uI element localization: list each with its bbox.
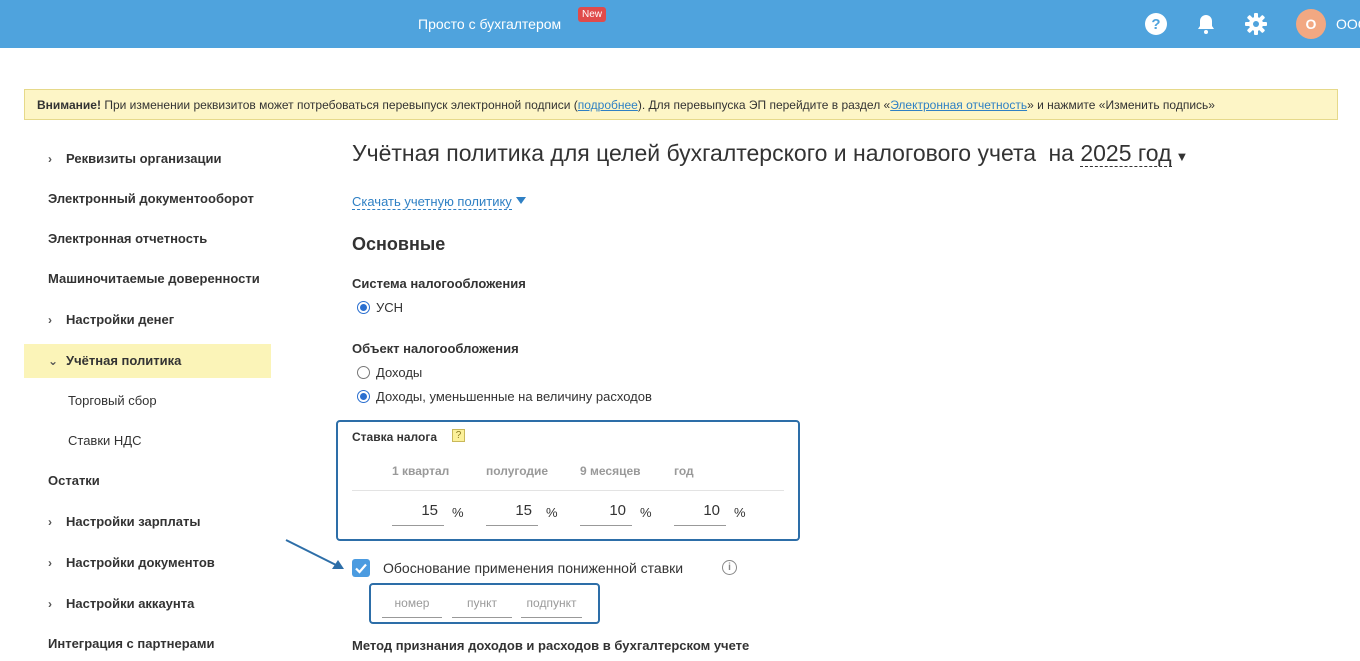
subclause-input[interactable]: подпункт: [521, 590, 582, 618]
page-title: Учётная политика для целей бухгалтерског…: [352, 140, 1188, 167]
chevron-down-icon: ⌄: [48, 354, 59, 368]
sidebar-item-label: Интеграция с партнерами: [48, 636, 215, 651]
sidebar-item-poa[interactable]: Машиночитаемые доверенности: [24, 262, 271, 296]
divider: [352, 490, 784, 491]
e-reporting-link[interactable]: Электронная отчетность: [890, 98, 1027, 112]
percent-unit: %: [734, 505, 746, 520]
sidebar-item-requisites[interactable]: › Реквизиты организации: [24, 142, 271, 176]
org-name[interactable]: ООО: [1336, 16, 1360, 32]
percent-unit: %: [452, 505, 464, 520]
chevron-right-icon: ›: [48, 556, 52, 570]
sidebar-item-accounting-policy[interactable]: ⌄ Учётная политика: [24, 344, 271, 378]
caret-down-icon[interactable]: [516, 197, 526, 204]
sidebar-item-documents[interactable]: › Настройки документов: [24, 546, 271, 580]
page-title-text: Учётная политика для целей бухгалтерског…: [352, 140, 1037, 166]
sidebar-item-vat-rates[interactable]: Ставки НДС: [24, 424, 271, 458]
details-link[interactable]: подробнее: [578, 98, 638, 112]
radio-label: Доходы, уменьшенные на величину расходов: [376, 389, 652, 404]
help-icon[interactable]: ?: [1144, 12, 1168, 36]
tax-system-label: Система налогообложения: [352, 276, 526, 291]
download-policy-link[interactable]: Скачать учетную политику: [352, 194, 512, 210]
warning-text-2: ). Для перевыпуска ЭП перейдите в раздел…: [637, 98, 891, 112]
reduced-rate-checkbox[interactable]: [352, 559, 370, 577]
brand-title[interactable]: Просто с бухгалтером: [418, 16, 561, 32]
gear-icon[interactable]: [1244, 12, 1268, 36]
sidebar-item-partners[interactable]: Интеграция с партнерами: [24, 627, 271, 661]
chevron-right-icon: ›: [48, 597, 52, 611]
help-icon[interactable]: ?: [452, 429, 465, 442]
radio-button[interactable]: [357, 390, 370, 403]
bell-icon[interactable]: [1194, 12, 1218, 36]
sidebar-item-label: Реквизиты организации: [66, 151, 222, 166]
rate-input-q1[interactable]: 15: [392, 500, 444, 526]
year-prefix: на: [1048, 140, 1074, 166]
warning-text-3: » и нажмите «Изменить подпись»: [1027, 98, 1215, 112]
sidebar-item-label: Остатки: [48, 473, 100, 488]
warning-bold: Внимание!: [37, 98, 101, 112]
percent-unit: %: [546, 505, 558, 520]
rate-input-year[interactable]: 10: [674, 500, 726, 526]
percent-unit: %: [640, 505, 652, 520]
sidebar-item-balances[interactable]: Остатки: [24, 464, 271, 498]
sidebar-item-label: Настройки аккаунта: [66, 596, 195, 611]
tax-rate-label: Ставка налога: [352, 430, 437, 444]
reduced-rate-label[interactable]: Обоснование применения пониженной ставки: [383, 560, 683, 576]
sidebar-item-trade-fee[interactable]: Торговый сбор: [24, 384, 271, 418]
section-title: Основные: [352, 234, 446, 254]
radio-label: УСН: [376, 300, 404, 315]
sidebar-item-label: Настройки денег: [66, 312, 175, 327]
sidebar-item-salary[interactable]: › Настройки зарплаты: [24, 505, 271, 539]
chevron-right-icon: ›: [48, 313, 52, 327]
chevron-right-icon: ›: [48, 515, 52, 529]
sidebar-item-label: Машиночитаемые доверенности: [48, 271, 260, 286]
annotation-arrow-icon: [285, 539, 344, 569]
sidebar-item-label: Электронная отчетность: [48, 231, 208, 246]
sidebar-item-label: Учётная политика: [66, 353, 182, 368]
number-input[interactable]: номер: [382, 590, 442, 618]
column-header-q1: 1 квартал: [392, 464, 450, 478]
column-header-9-months: 9 месяцев: [580, 464, 641, 478]
sidebar-item-e-reporting[interactable]: Электронная отчетность: [24, 222, 271, 256]
method-label: Метод признания доходов и расходов в бух…: [352, 638, 750, 653]
info-icon[interactable]: i: [722, 560, 737, 575]
avatar[interactable]: О: [1296, 9, 1326, 39]
sidebar-item-label: Настройки зарплаты: [66, 514, 201, 529]
clause-input[interactable]: пункт: [452, 590, 512, 618]
sidebar-item-edo[interactable]: Электронный документооборот: [24, 182, 271, 216]
sidebar-item-label: Настройки документов: [66, 555, 215, 570]
sidebar-item-account[interactable]: › Настройки аккаунта: [24, 587, 271, 621]
svg-text:?: ?: [1151, 16, 1160, 33]
rate-input-half-year[interactable]: 15: [486, 500, 538, 526]
sidebar-item-label: Электронный документооборот: [48, 191, 254, 206]
check-icon: [355, 563, 367, 574]
column-header-half-year: полугодие: [486, 464, 549, 478]
new-badge: New: [578, 7, 607, 22]
rate-input-9-months[interactable]: 10: [580, 500, 632, 526]
sidebar-item-money[interactable]: › Настройки денег: [24, 303, 271, 337]
warning-banner: Внимание! При изменении реквизитов может…: [24, 89, 1338, 120]
sidebar-item-label: Торговый сбор: [68, 393, 157, 408]
tax-object-label: Объект налогообложения: [352, 341, 519, 356]
warning-text-1: При изменении реквизитов может потребова…: [100, 98, 578, 112]
column-header-year: год: [674, 464, 694, 478]
radio-button[interactable]: [357, 366, 370, 379]
radio-label: Доходы: [376, 365, 423, 380]
sidebar-item-label: Ставки НДС: [68, 433, 142, 448]
top-bar: Просто с бухгалтером New ? О ООО: [0, 0, 1360, 48]
year-selector[interactable]: 2025 год: [1080, 140, 1172, 167]
caret-down-icon[interactable]: ▼: [1176, 149, 1189, 164]
chevron-right-icon: ›: [48, 152, 52, 166]
radio-button[interactable]: [357, 301, 370, 314]
